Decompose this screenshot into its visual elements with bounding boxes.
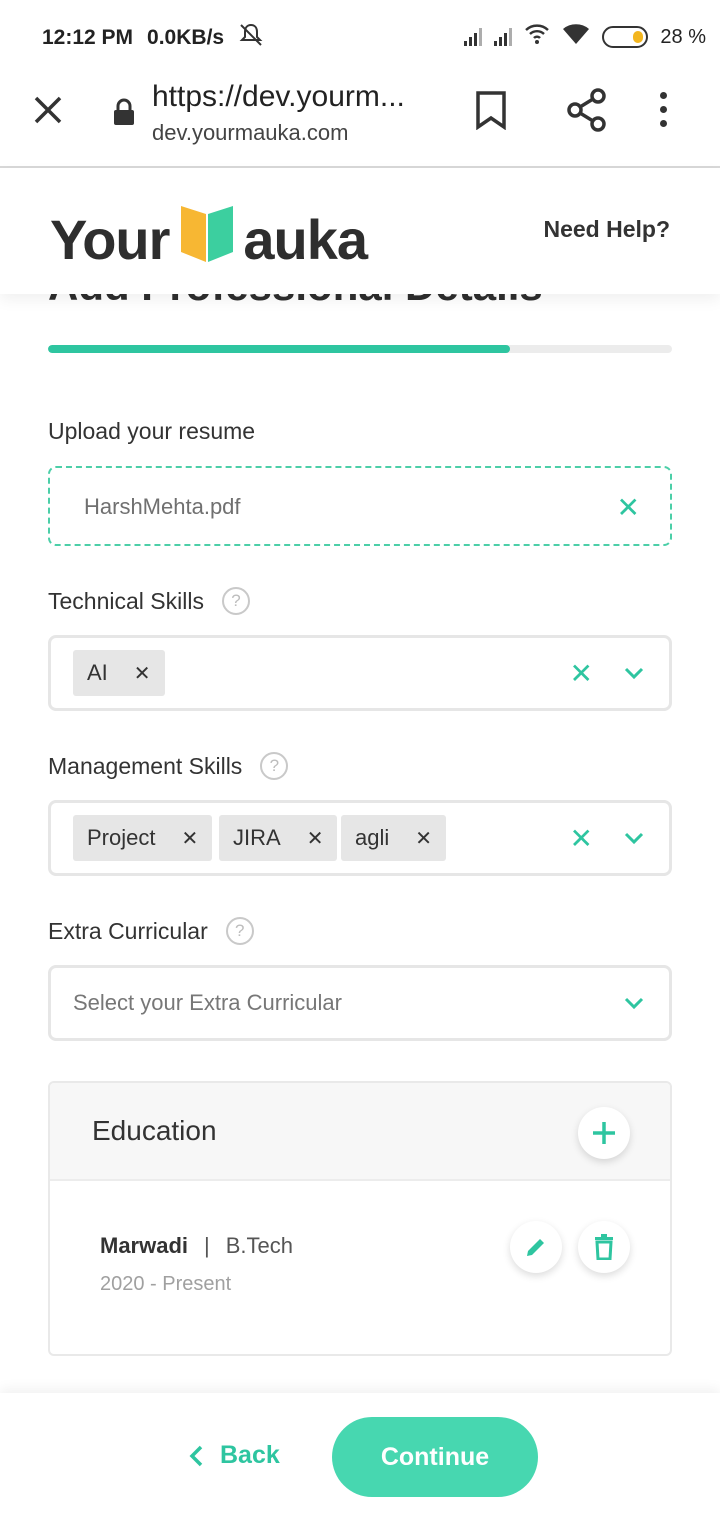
pencil-icon	[527, 1239, 544, 1256]
battery-icon	[602, 26, 649, 48]
chip-label: agli	[355, 825, 390, 850]
chip-remove-icon[interactable]: ✕	[307, 826, 324, 851]
app-header: Your auka Need Help?	[0, 168, 720, 294]
education-degree: B.Tech	[225, 1233, 294, 1258]
chip-remove-icon[interactable]: ✕	[181, 826, 198, 851]
share-icon[interactable]	[566, 88, 608, 137]
bookmark-icon[interactable]	[474, 90, 508, 135]
technical-skills-label-text: Technical Skills	[48, 587, 204, 614]
education-years: 2020 - Present	[100, 1273, 232, 1295]
help-question-icon[interactable]: ?	[221, 587, 250, 615]
progress-bar	[48, 345, 672, 353]
chip-remove-icon[interactable]: ✕	[134, 661, 151, 686]
close-icon[interactable]	[28, 90, 68, 130]
skill-chip: JIRA ✕	[219, 815, 338, 861]
resume-label-text: Upload your resume	[48, 418, 256, 444]
education-card: Education Marwadi | B.Tech 2020 - Presen…	[48, 1081, 672, 1356]
lock-icon	[112, 98, 136, 131]
progress-fill	[48, 345, 510, 353]
plus-icon	[593, 1122, 615, 1144]
wifi-icon	[562, 22, 590, 52]
resume-label: Upload your resume	[48, 418, 255, 445]
help-question-icon[interactable]: ?	[260, 752, 289, 780]
resume-file-name: HarshMehta.pdf	[84, 494, 241, 519]
extra-curricular-placeholder: Select your Extra Curricular	[73, 990, 342, 1015]
signal-icon	[494, 28, 513, 46]
trash-icon	[595, 1234, 613, 1260]
chip-label: AI	[87, 660, 108, 685]
more-options-icon[interactable]	[660, 92, 667, 127]
chevron-left-icon	[189, 1445, 203, 1466]
url-title[interactable]: https://dev.yourm...	[152, 80, 405, 114]
logo[interactable]: Your auka	[50, 202, 368, 277]
delete-education-button[interactable]	[578, 1221, 630, 1273]
education-separator: |	[204, 1233, 210, 1258]
status-time: 12:12 PM	[42, 26, 134, 49]
status-bar: 12:12 PM 0.0KB/s 28 %	[0, 0, 720, 70]
management-skills-label: Management Skills ?	[48, 752, 289, 780]
education-entry: Marwadi | B.Tech	[100, 1233, 293, 1259]
skill-chip: agli ✕	[341, 815, 447, 861]
technical-skills-label: Technical Skills ?	[48, 587, 250, 615]
remove-file-icon[interactable]: ✕	[617, 494, 640, 522]
continue-button[interactable]: Continue	[332, 1417, 538, 1497]
edit-education-button[interactable]	[510, 1221, 562, 1273]
resume-upload-box[interactable]: HarshMehta.pdf ✕	[48, 466, 672, 546]
hotspot-icon	[524, 22, 550, 52]
battery-level: 28 %	[660, 25, 706, 48]
add-education-button[interactable]	[578, 1107, 630, 1159]
need-help-link[interactable]: Need Help?	[543, 216, 670, 243]
chip-label: Project	[87, 825, 156, 850]
extra-curricular-label: Extra Curricular ?	[48, 917, 254, 945]
chip-label: JIRA	[233, 825, 281, 850]
education-title: Education	[92, 1115, 217, 1146]
browser-toolbar: https://dev.yourm... dev.yourmauka.com	[0, 70, 720, 168]
signal-icon	[464, 28, 483, 46]
logo-mark-icon	[179, 202, 235, 277]
chevron-down-icon[interactable]	[623, 827, 645, 849]
management-skills-label-text: Management Skills	[48, 752, 243, 779]
skill-chip: Project ✕	[73, 815, 213, 861]
bell-muted-icon	[238, 22, 264, 54]
education-institution: Marwadi	[100, 1233, 189, 1258]
skill-chip: AI ✕	[73, 650, 165, 696]
chevron-down-icon[interactable]	[623, 992, 645, 1014]
education-header: Education	[50, 1083, 670, 1181]
management-skills-select[interactable]: Project ✕ JIRA ✕ agli ✕ ✕	[48, 800, 672, 876]
clear-selection-icon[interactable]: ✕	[570, 660, 593, 688]
logo-text-left: Your	[50, 208, 170, 271]
footer-bar: Back Continue	[0, 1393, 720, 1520]
back-label: Back	[220, 1441, 280, 1469]
chevron-down-icon[interactable]	[623, 662, 645, 684]
clear-selection-icon[interactable]: ✕	[570, 825, 593, 853]
extra-curricular-select[interactable]: Select your Extra Curricular	[48, 965, 672, 1041]
url-domain[interactable]: dev.yourmauka.com	[152, 120, 348, 146]
technical-skills-select[interactable]: AI ✕ ✕	[48, 635, 672, 711]
logo-text-right: auka	[243, 208, 368, 271]
status-speed: 0.0KB/s	[147, 26, 225, 49]
chip-remove-icon[interactable]: ✕	[415, 826, 432, 851]
help-question-icon[interactable]: ?	[225, 917, 254, 945]
back-button[interactable]: Back	[188, 1441, 280, 1470]
extra-curricular-label-text: Extra Curricular	[48, 917, 208, 944]
